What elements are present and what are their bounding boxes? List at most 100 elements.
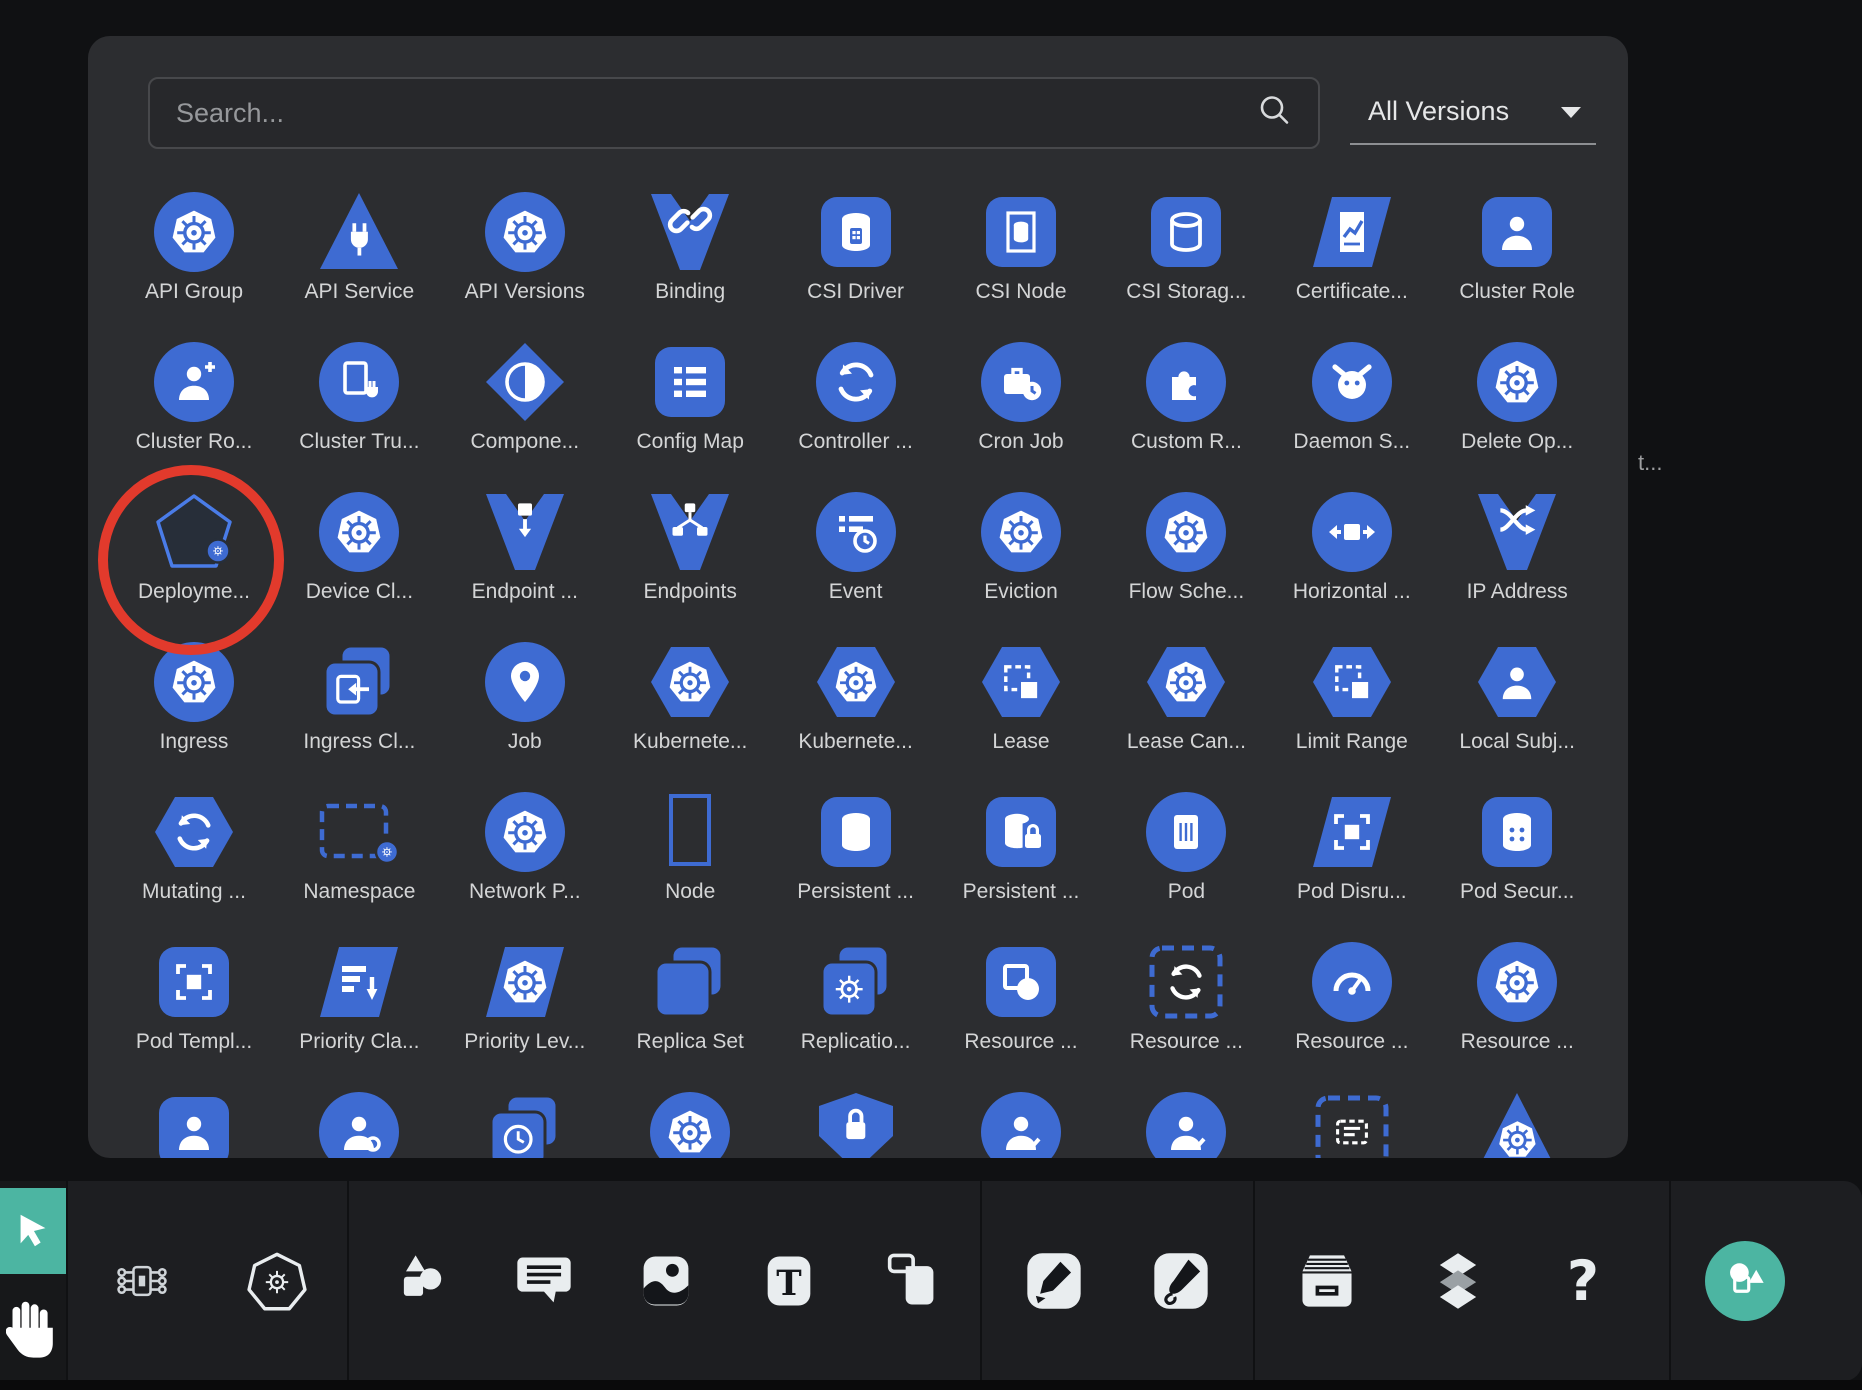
grid-item-mutating[interactable]: Mutating ... [112, 790, 276, 904]
grid-item-local-subj[interactable]: Local Subj... [1435, 640, 1599, 754]
grid-item-label: Mutating ... [112, 880, 276, 904]
grid-item-eviction[interactable]: Eviction [939, 490, 1103, 604]
grid-item-pod-secur[interactable]: Pod Secur... [1435, 790, 1599, 904]
person-icon [152, 1090, 236, 1158]
grid-item-kubernete[interactable]: Kubernete... [608, 640, 772, 754]
grid-item-endpoint[interactable]: Endpoint ... [443, 490, 607, 604]
grid-item-lease-can[interactable]: Lease Can... [1104, 640, 1268, 754]
grid-item-horizontal[interactable]: Horizontal ... [1270, 490, 1434, 604]
resource-graph-tool[interactable] [106, 1245, 178, 1317]
grid-item-label: Cluster Ro... [112, 430, 276, 454]
grid-item-api-service[interactable]: API Service [277, 190, 441, 304]
grid-item-person-p-0[interactable] [112, 1090, 276, 1158]
gauge-icon [1310, 940, 1394, 1024]
grid-item-lease[interactable]: Lease [939, 640, 1103, 754]
grid-item-label: Limit Range [1270, 730, 1434, 754]
grid-list-icon [648, 340, 732, 424]
grid-item-custom-r[interactable]: Custom R... [1104, 340, 1268, 454]
grid-item-api-versions[interactable]: API Versions [443, 190, 607, 304]
grid-item-label: Cron Job [939, 430, 1103, 454]
grid-item-node[interactable]: Node [608, 790, 772, 904]
grid-item-certificate[interactable]: Certificate... [1270, 190, 1434, 304]
pencil-tool[interactable] [1145, 1245, 1217, 1317]
version-dropdown[interactable]: All Versions [1350, 79, 1596, 145]
grid-item-person-link-p-1[interactable] [277, 1090, 441, 1158]
grid-item-person-check-p-6[interactable] [1104, 1090, 1268, 1158]
grid-item-label: Delete Op... [1435, 430, 1599, 454]
grid-item-kubernete[interactable]: Kubernete... [774, 640, 938, 754]
pen-tool[interactable] [1018, 1245, 1090, 1317]
kubernetes-icons-tool[interactable] [241, 1245, 313, 1317]
grid-item-deployme[interactable]: Deployme... [112, 490, 276, 604]
pentagon-dark-icon [152, 490, 236, 574]
magnifier-icon [1256, 92, 1294, 135]
grid-item-ingress[interactable]: Ingress [112, 640, 276, 754]
grid-item-cluster-ro[interactable]: Cluster Ro... [112, 340, 276, 454]
grid-item-label: Ingress Cl... [277, 730, 441, 754]
grid-item-clock-p-2[interactable] [443, 1090, 607, 1158]
grid-item-k8s-p-3[interactable] [608, 1090, 772, 1158]
archive-tool[interactable] [1291, 1245, 1363, 1317]
pan-tool[interactable] [6, 1295, 58, 1363]
comment-tool[interactable] [508, 1245, 580, 1317]
text-tool[interactable]: T [753, 1245, 825, 1317]
grid-item-binding[interactable]: Binding [608, 190, 772, 304]
grid-item-network-p[interactable]: Network P... [443, 790, 607, 904]
grid-item-label: Daemon S... [1270, 430, 1434, 454]
grid-item-compone[interactable]: Compone... [443, 340, 607, 454]
grid-item-flow-sche[interactable]: Flow Sche... [1104, 490, 1268, 604]
grid-item-lock-p-4[interactable] [774, 1090, 938, 1158]
grid-item-cluster-role[interactable]: Cluster Role [1435, 190, 1599, 304]
grid-item-csi-node[interactable]: CSI Node [939, 190, 1103, 304]
frame-tool[interactable] [875, 1245, 947, 1317]
grid-item-api-group[interactable]: API Group [112, 190, 276, 304]
grid-item-card-list-p-7[interactable] [1270, 1090, 1434, 1158]
grid-item-csi-driver[interactable]: CSI Driver [774, 190, 938, 304]
grid-item-priority-lev[interactable]: Priority Lev... [443, 940, 607, 1054]
grid-item-label: Node [608, 880, 772, 904]
pen-icon [1022, 1249, 1086, 1313]
grid-item-label: Persistent ... [774, 880, 938, 904]
grid-item-persistent[interactable]: Persistent ... [774, 790, 938, 904]
grid-item-ingress-cl[interactable]: Ingress Cl... [277, 640, 441, 754]
help-tool[interactable]: ? [1547, 1245, 1619, 1317]
grid-item-csi-storag[interactable]: CSI Storag... [1104, 190, 1268, 304]
grid-item-job[interactable]: Job [443, 640, 607, 754]
select-tool[interactable] [0, 1188, 66, 1274]
grid-item-config-map[interactable]: Config Map [608, 340, 772, 454]
grid-item-cron-job[interactable]: Cron Job [939, 340, 1103, 454]
grid-item-resource[interactable]: Resource ... [1435, 940, 1599, 1054]
shapes-tool[interactable] [386, 1245, 458, 1317]
grid-item-device-cl[interactable]: Device Cl... [277, 490, 441, 604]
grid-item-label: Controller ... [774, 430, 938, 454]
grid-item-pod-templ[interactable]: Pod Templ... [112, 940, 276, 1054]
caret-down-icon [1558, 96, 1584, 127]
grid-item-replicatio[interactable]: Replicatio... [774, 940, 938, 1054]
grid-item-limit-range[interactable]: Limit Range [1270, 640, 1434, 754]
layers-tool[interactable] [1422, 1245, 1494, 1317]
container-icon [1144, 790, 1228, 874]
grid-item-resource[interactable]: Resource ... [939, 940, 1103, 1054]
grid-item-k8s-p-8[interactable] [1435, 1090, 1599, 1158]
shapes-logo-button[interactable] [1705, 1241, 1785, 1321]
grid-item-resource[interactable]: Resource ... [1270, 940, 1434, 1054]
grid-item-event[interactable]: Event [774, 490, 938, 604]
grid-item-daemon-s[interactable]: Daemon S... [1270, 340, 1434, 454]
grid-item-person-check-p-5[interactable] [939, 1090, 1103, 1158]
grid-item-controller[interactable]: Controller ... [774, 340, 938, 454]
grid-item-resource[interactable]: Resource ... [1104, 940, 1268, 1054]
grid-item-namespace[interactable]: Namespace [277, 790, 441, 904]
grid-item-ip-address[interactable]: IP Address [1435, 490, 1599, 604]
grid-item-persistent[interactable]: Persistent ... [939, 790, 1103, 904]
icon-picker-panel: All Versions API GroupAPI ServiceAPI Ver… [88, 36, 1628, 1158]
search-input[interactable] [150, 79, 1318, 147]
grid-item-pod[interactable]: Pod [1104, 790, 1268, 904]
image-tool[interactable] [630, 1245, 702, 1317]
grid-item-replica-set[interactable]: Replica Set [608, 940, 772, 1054]
grid-item-cluster-tru[interactable]: Cluster Tru... [277, 340, 441, 454]
grid-item-label: Resource ... [1104, 1030, 1268, 1054]
grid-item-pod-disru[interactable]: Pod Disru... [1270, 790, 1434, 904]
grid-item-priority-cla[interactable]: Priority Cla... [277, 940, 441, 1054]
grid-item-delete-op[interactable]: Delete Op... [1435, 340, 1599, 454]
grid-item-endpoints[interactable]: Endpoints [608, 490, 772, 604]
